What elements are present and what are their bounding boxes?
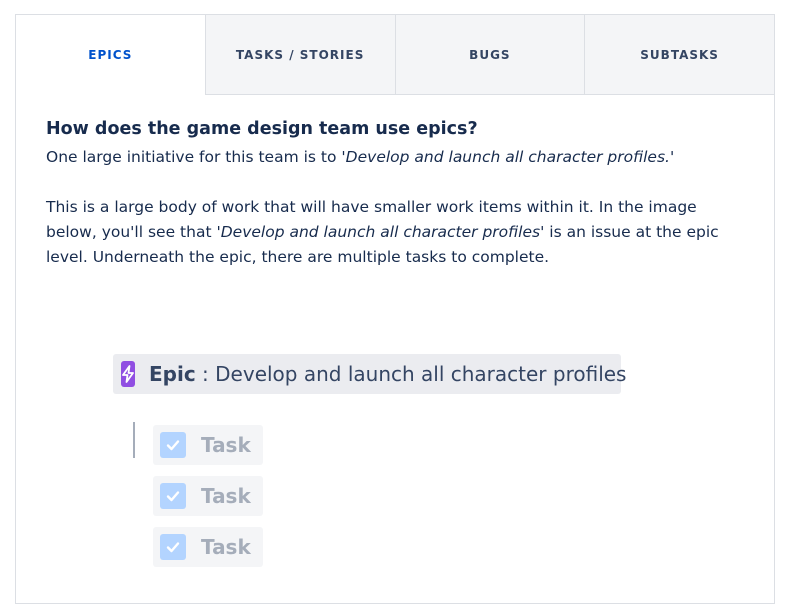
task-item: Task xyxy=(153,425,263,465)
intro-paragraph: One large initiative for this team is to… xyxy=(46,145,744,170)
task-label: Task xyxy=(201,433,251,457)
explanation-paragraph: This is a large body of work that will h… xyxy=(46,195,744,270)
tab-bugs[interactable]: BUGS xyxy=(394,15,585,95)
task-label: Task xyxy=(201,484,251,508)
epic-hierarchy-diagram: Epic : Develop and launch all character … xyxy=(113,354,633,584)
epic-title: Epic : Develop and launch all character … xyxy=(149,362,626,386)
issue-type-tabs: EPICS TASKS / STORIES BUGS SUBTASKS xyxy=(16,15,774,95)
epic-separator: : xyxy=(195,362,216,386)
task-item: Task xyxy=(153,476,263,516)
initiative-quote: 'Develop and launch all character profil… xyxy=(341,148,675,166)
intro-text: One large initiative for this team is to xyxy=(46,148,342,166)
checkbox-icon xyxy=(160,432,186,458)
lightning-bolt-icon xyxy=(121,361,135,387)
tab-subtasks[interactable]: SUBTASKS xyxy=(584,15,774,95)
tab-tasks-stories[interactable]: TASKS / STORIES xyxy=(204,15,395,95)
tab-content: How does the game design team use epics?… xyxy=(16,95,774,270)
checkbox-icon xyxy=(160,483,186,509)
task-label: Task xyxy=(201,535,251,559)
checkbox-icon xyxy=(160,534,186,560)
epic-quote: 'Develop and launch all character profil… xyxy=(216,223,545,241)
epic-name: Develop and launch all character profile… xyxy=(215,362,627,386)
epic-type-label: Epic xyxy=(149,362,196,386)
section-heading: How does the game design team use epics? xyxy=(46,119,478,139)
tab-epics[interactable]: EPICS xyxy=(16,15,205,95)
task-item: Task xyxy=(153,527,263,567)
epic-issue: Epic : Develop and launch all character … xyxy=(113,354,626,394)
hierarchy-connector xyxy=(133,422,135,458)
